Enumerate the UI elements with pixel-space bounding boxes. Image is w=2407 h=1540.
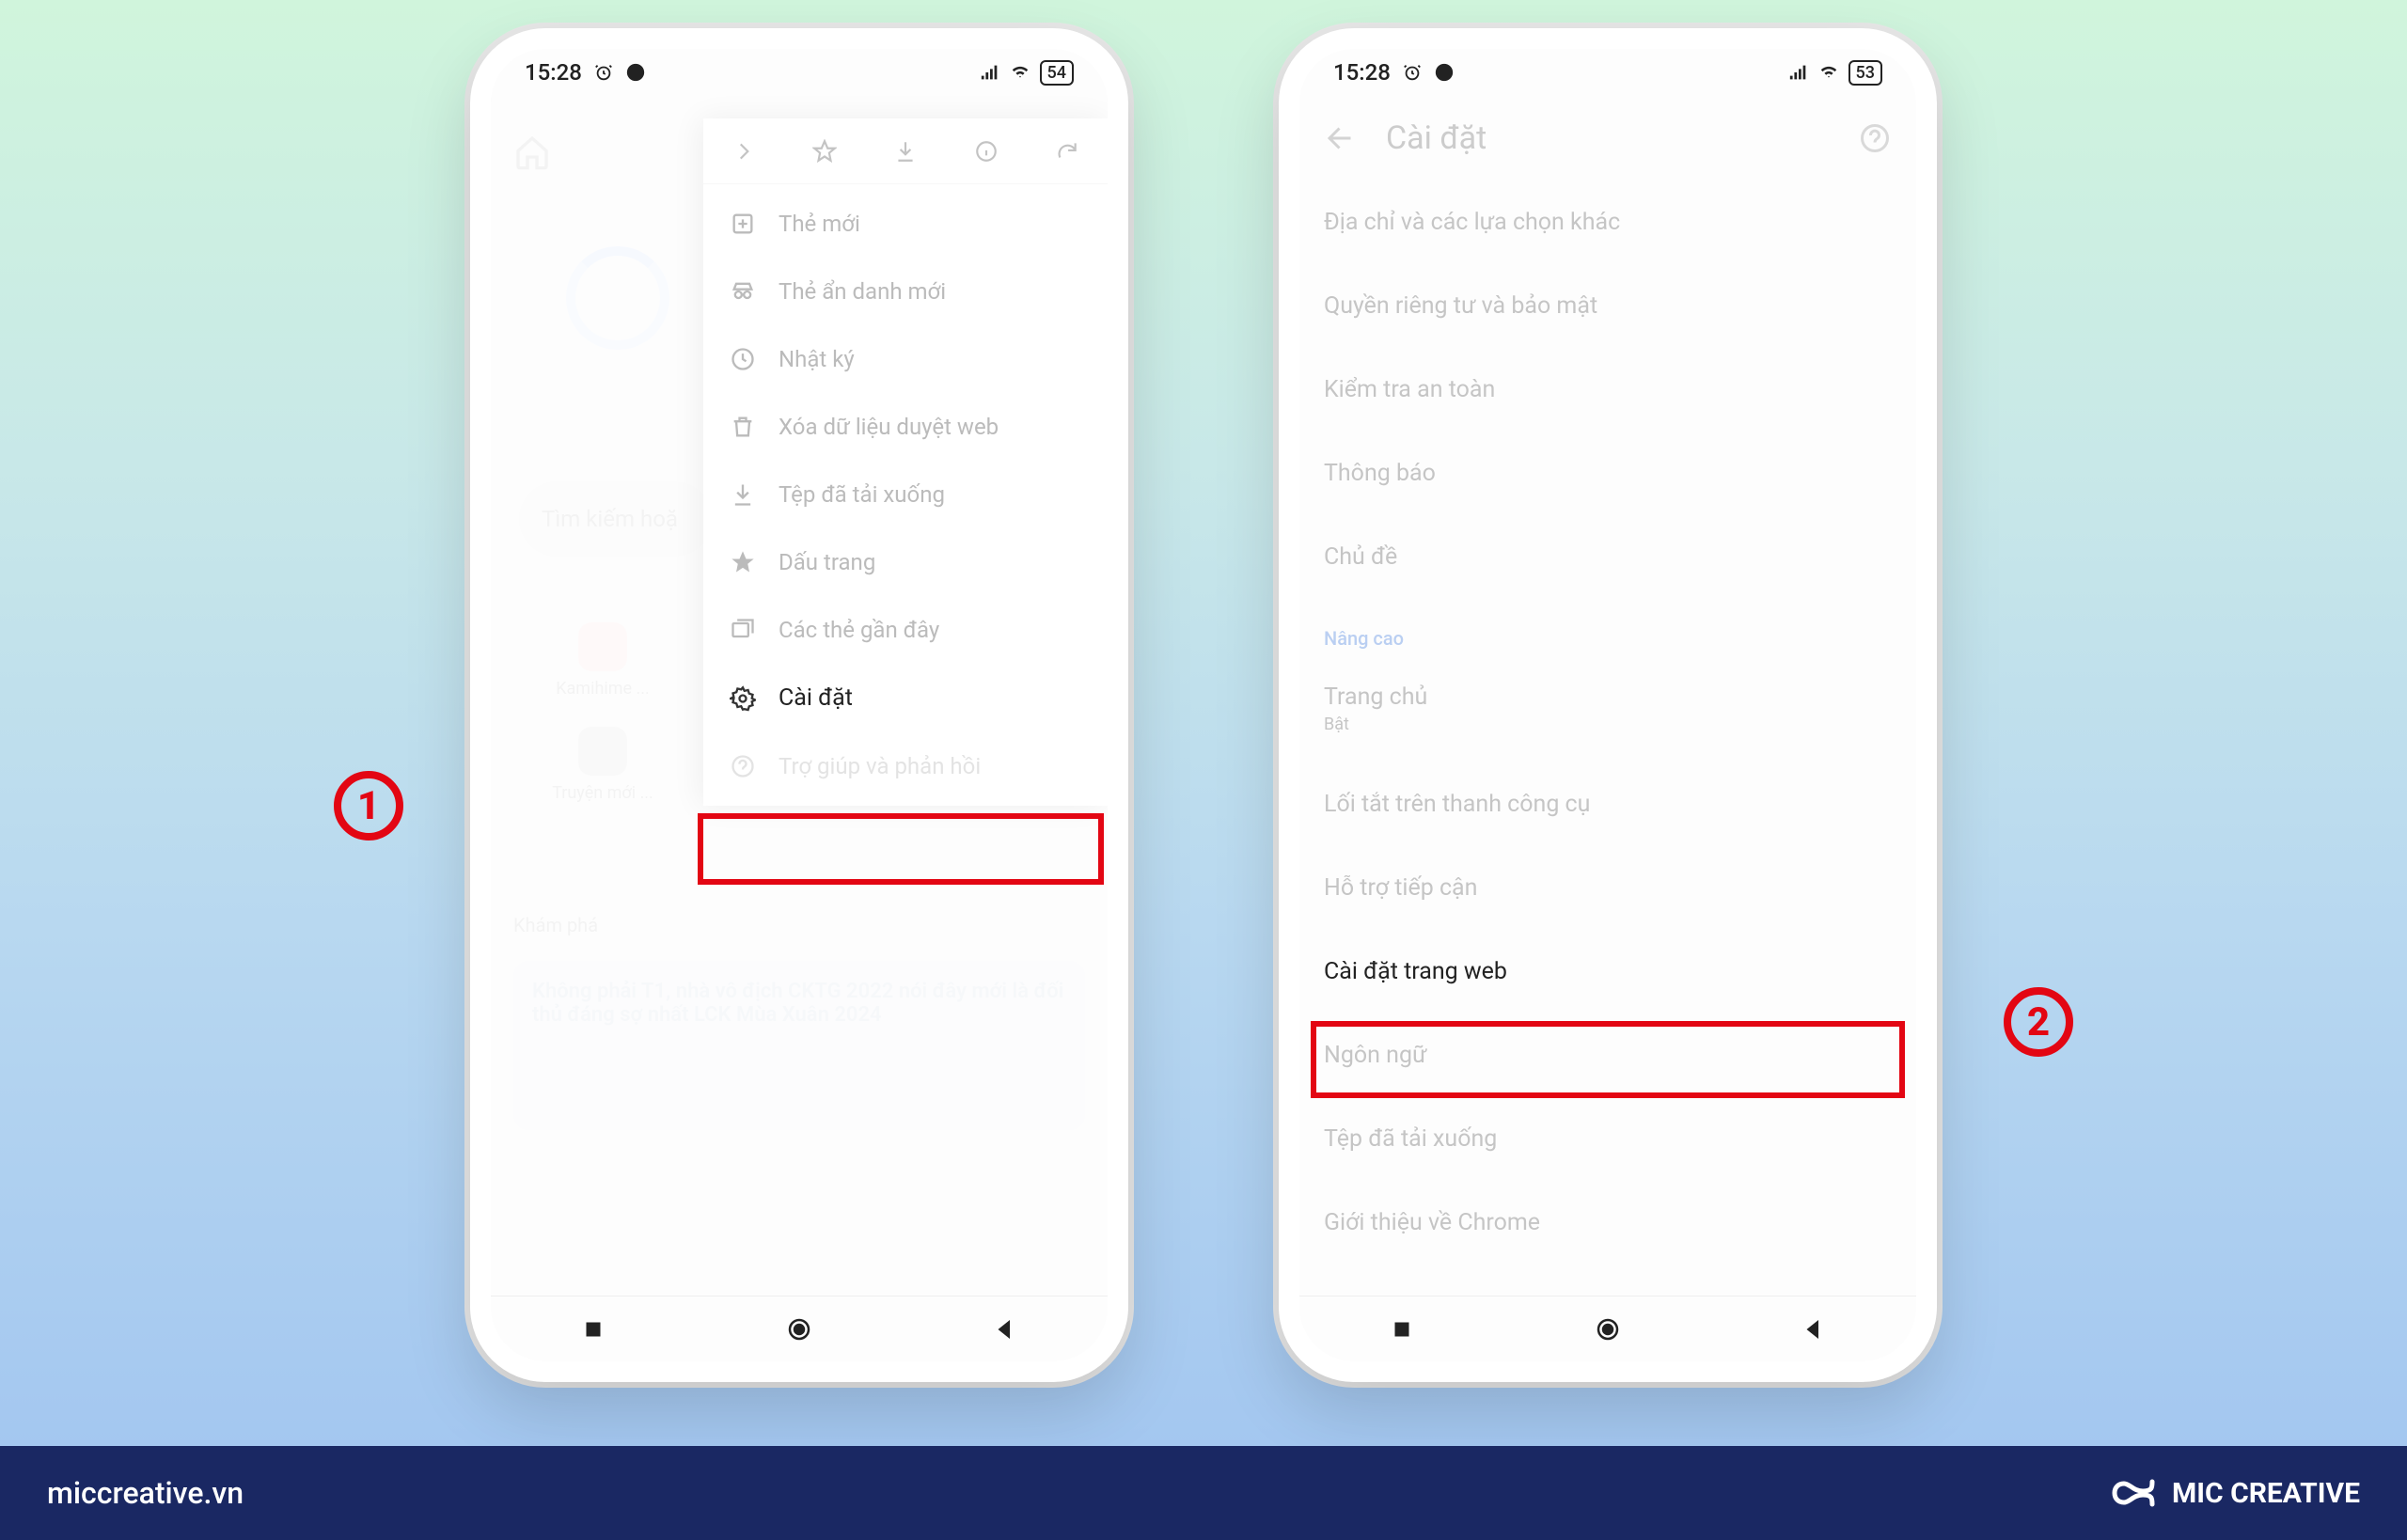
status-bar: 15:28 54 [491,49,1108,96]
nav-home[interactable] [1594,1315,1622,1344]
forward-icon[interactable] [732,139,756,164]
setting-downloads[interactable]: Tệp đã tải xuống [1299,1097,1916,1181]
wifi-icon [1010,62,1030,83]
phone-2-screen: 15:28 53 Cài đặt [1299,49,1916,1361]
setting-privacy[interactable]: Quyền riêng tư và bảo mật [1299,264,1916,348]
setting-safety-check[interactable]: Kiểm tra an toàn [1299,348,1916,432]
signal-icon [980,62,1000,83]
setting-notifications[interactable]: Thông báo [1299,432,1916,515]
setting-sublabel: Bật [1324,715,1892,734]
menu-clear-data[interactable]: Xóa dữ liệu duyệt web [703,393,1108,461]
wifi-icon [1818,62,1839,83]
menu-label: Tệp đã tải xuống [779,481,945,508]
alarm-icon [593,62,614,83]
menu-recent-tabs[interactable]: Các thẻ gần đây [703,596,1108,664]
settings-header: Cài đặt [1299,96,1916,181]
help-icon[interactable] [1858,121,1892,155]
step-badge-1: 1 [334,771,403,841]
setting-accessibility[interactable]: Hỗ trợ tiếp cận [1299,846,1916,930]
battery-badge: 53 [1849,60,1882,86]
menu-label: Các thẻ gần đây [779,617,939,643]
footer-brand: MIC CREATIVE [2172,1477,2360,1510]
menu-bookmarks[interactable]: Dấu trang [703,528,1108,596]
step-badge-2: 2 [2004,987,2073,1057]
status-bar: 15:28 53 [1299,49,1916,96]
android-nav [1299,1296,1916,1361]
setting-theme[interactable]: Chủ đề [1299,515,1916,599]
battery-badge: 54 [1040,60,1074,86]
nav-home[interactable] [785,1315,813,1344]
menu-history[interactable]: Nhật ký [703,325,1108,393]
menu-incognito[interactable]: Thẻ ẩn danh mới [703,258,1108,325]
footer: miccreative.vn MIC CREATIVE [0,1446,2407,1540]
menu-label: Xóa dữ liệu duyệt web [779,414,999,440]
menu-label: Trợ giúp và phản hồi [779,753,981,779]
star-icon[interactable] [812,139,837,164]
content-area: Cài đặt Địa chỉ và các lựa chọn khác Quy… [1299,96,1916,1296]
setting-about-chrome[interactable]: Giới thiệu về Chrome [1299,1181,1916,1265]
nav-back[interactable] [991,1315,1019,1344]
menu-help[interactable]: Trợ giúp và phản hồi [703,732,1108,800]
messenger-icon [1434,62,1455,83]
phone-1-wrapper: 1 15:28 54 [470,28,1128,1382]
phones-container: 1 15:28 54 [0,0,2407,1382]
settings-list: Địa chỉ và các lựa chọn khác Quyền riêng… [1299,181,1916,1265]
status-time: 15:28 [1333,59,1391,86]
section-advanced: Nâng cao [1299,599,1916,655]
overflow-menu: Thẻ mới Thẻ ẩn danh mới Nhật ký [703,118,1108,806]
menu-label: Nhật ký [779,346,855,372]
phone-2-wrapper: 2 15:28 53 [1279,28,1937,1382]
menu-new-tab[interactable]: Thẻ mới [703,190,1108,258]
settings-title: Cài đặt [1386,119,1830,157]
footer-site: miccreative.vn [47,1475,244,1511]
android-nav [491,1296,1108,1361]
signal-icon [1788,62,1809,83]
status-time: 15:28 [525,59,582,86]
menu-label: Thẻ mới [779,211,860,237]
menu-settings[interactable]: Cài đặt [703,664,1108,732]
nav-recent[interactable] [579,1315,607,1344]
info-icon[interactable] [974,139,999,164]
setting-site-settings[interactable]: Cài đặt trang web [1299,930,1916,1014]
menu-label: Cài đặt [779,684,853,712]
setting-toolbar-shortcut[interactable]: Lối tắt trên thanh công cụ [1299,762,1916,846]
alarm-icon [1402,62,1423,83]
download-icon[interactable] [893,139,918,164]
setting-language[interactable]: Ngôn ngữ [1299,1014,1916,1097]
nav-back[interactable] [1800,1315,1828,1344]
infinity-logo-icon [2100,1474,2157,1512]
setting-homepage[interactable]: Trang chủ Bật [1299,655,1916,762]
content-area: Tìm kiếm hoặ Kamihime ... Truyện mới ... [491,96,1108,1296]
nav-recent[interactable] [1388,1315,1416,1344]
back-icon[interactable] [1324,121,1358,155]
menu-label: Dấu trang [779,549,875,575]
footer-logo: MIC CREATIVE [2100,1474,2360,1512]
menu-label: Thẻ ẩn danh mới [779,278,946,305]
phone-2: 15:28 53 Cài đặt [1279,28,1937,1382]
phone-1-screen: 15:28 54 [491,49,1108,1361]
setting-label: Trang chủ [1324,684,1427,711]
messenger-icon [625,62,646,83]
menu-downloads[interactable]: Tệp đã tải xuống [703,461,1108,528]
phone-1: 15:28 54 [470,28,1128,1382]
refresh-icon[interactable] [1055,139,1079,164]
setting-addresses[interactable]: Địa chỉ và các lựa chọn khác [1299,181,1916,264]
